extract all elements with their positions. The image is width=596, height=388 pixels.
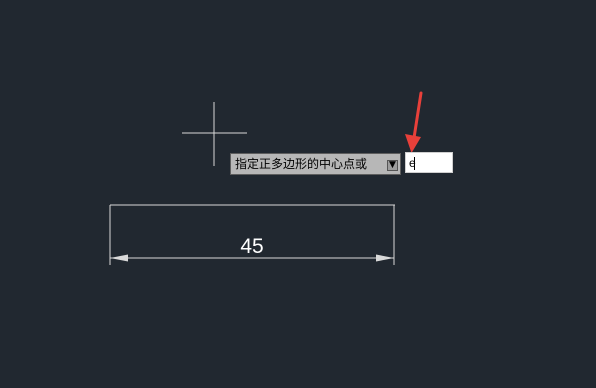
dimension-arrowhead-left — [110, 254, 128, 262]
dynamic-input-field[interactable] — [405, 152, 453, 173]
red-arrow-head — [405, 134, 421, 153]
drawing-canvas[interactable]: 45 — [0, 0, 596, 388]
dimension-value-text: 45 — [240, 235, 263, 258]
dimension-arrowhead-right — [376, 254, 394, 262]
dynamic-input-prompt: 指定正多边形的中心点或 ▼ — [230, 153, 401, 175]
prompt-label: 指定正多边形的中心点或 — [235, 157, 368, 171]
red-arrow-shaft — [412, 91, 423, 140]
red-pointer-arrow-icon — [405, 91, 423, 153]
text-caret — [414, 157, 415, 170]
down-arrow-icon[interactable]: ▼ — [387, 160, 398, 171]
